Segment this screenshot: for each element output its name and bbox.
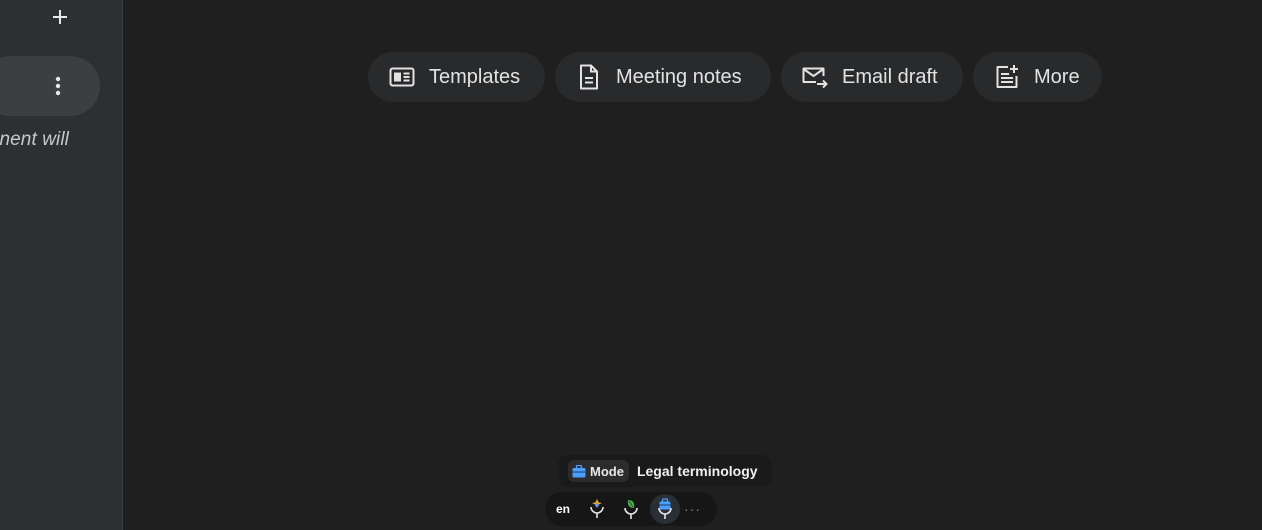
more-options-button[interactable]: ··· [684,501,701,517]
briefcase-icon [572,464,586,478]
document-icon [575,63,603,91]
dictation-toolbar: en ··· [545,492,717,526]
meeting-notes-chip-label: Meeting notes [616,65,742,88]
email-draft-chip[interactable]: Email draft [781,52,963,102]
mic-briefcase-button[interactable] [650,494,680,524]
mic-sparkle-button[interactable] [582,494,612,524]
email-forward-icon [801,63,829,91]
new-document-button[interactable] [44,2,76,32]
email-draft-chip-label: Email draft [842,65,938,88]
mic-sparkle-icon [590,499,604,518]
more-chip-label: More [1034,65,1080,88]
meeting-notes-chip[interactable]: Meeting notes [555,52,771,102]
templates-chip-label: Templates [429,65,521,88]
mic-briefcase-icon [658,498,672,519]
mode-indicator[interactable]: Mode Legal terminology [558,455,772,487]
templates-chip[interactable]: Templates [368,52,545,102]
mic-leaf-button[interactable] [616,494,646,524]
language-selector[interactable]: en [556,502,576,516]
templates-icon [388,63,416,91]
mode-value: Legal terminology [636,463,758,479]
more-chip[interactable]: More [973,52,1102,102]
plus-icon [53,10,67,24]
mic-leaf-icon [624,500,638,519]
suggestion-chips: Templates Meeting notes Email draft More [0,52,1262,102]
document-preview-snippet: nent will [0,129,69,150]
mode-badge-label: Mode [590,463,624,479]
note-add-icon [993,63,1021,91]
mode-badge: Mode [568,460,629,482]
